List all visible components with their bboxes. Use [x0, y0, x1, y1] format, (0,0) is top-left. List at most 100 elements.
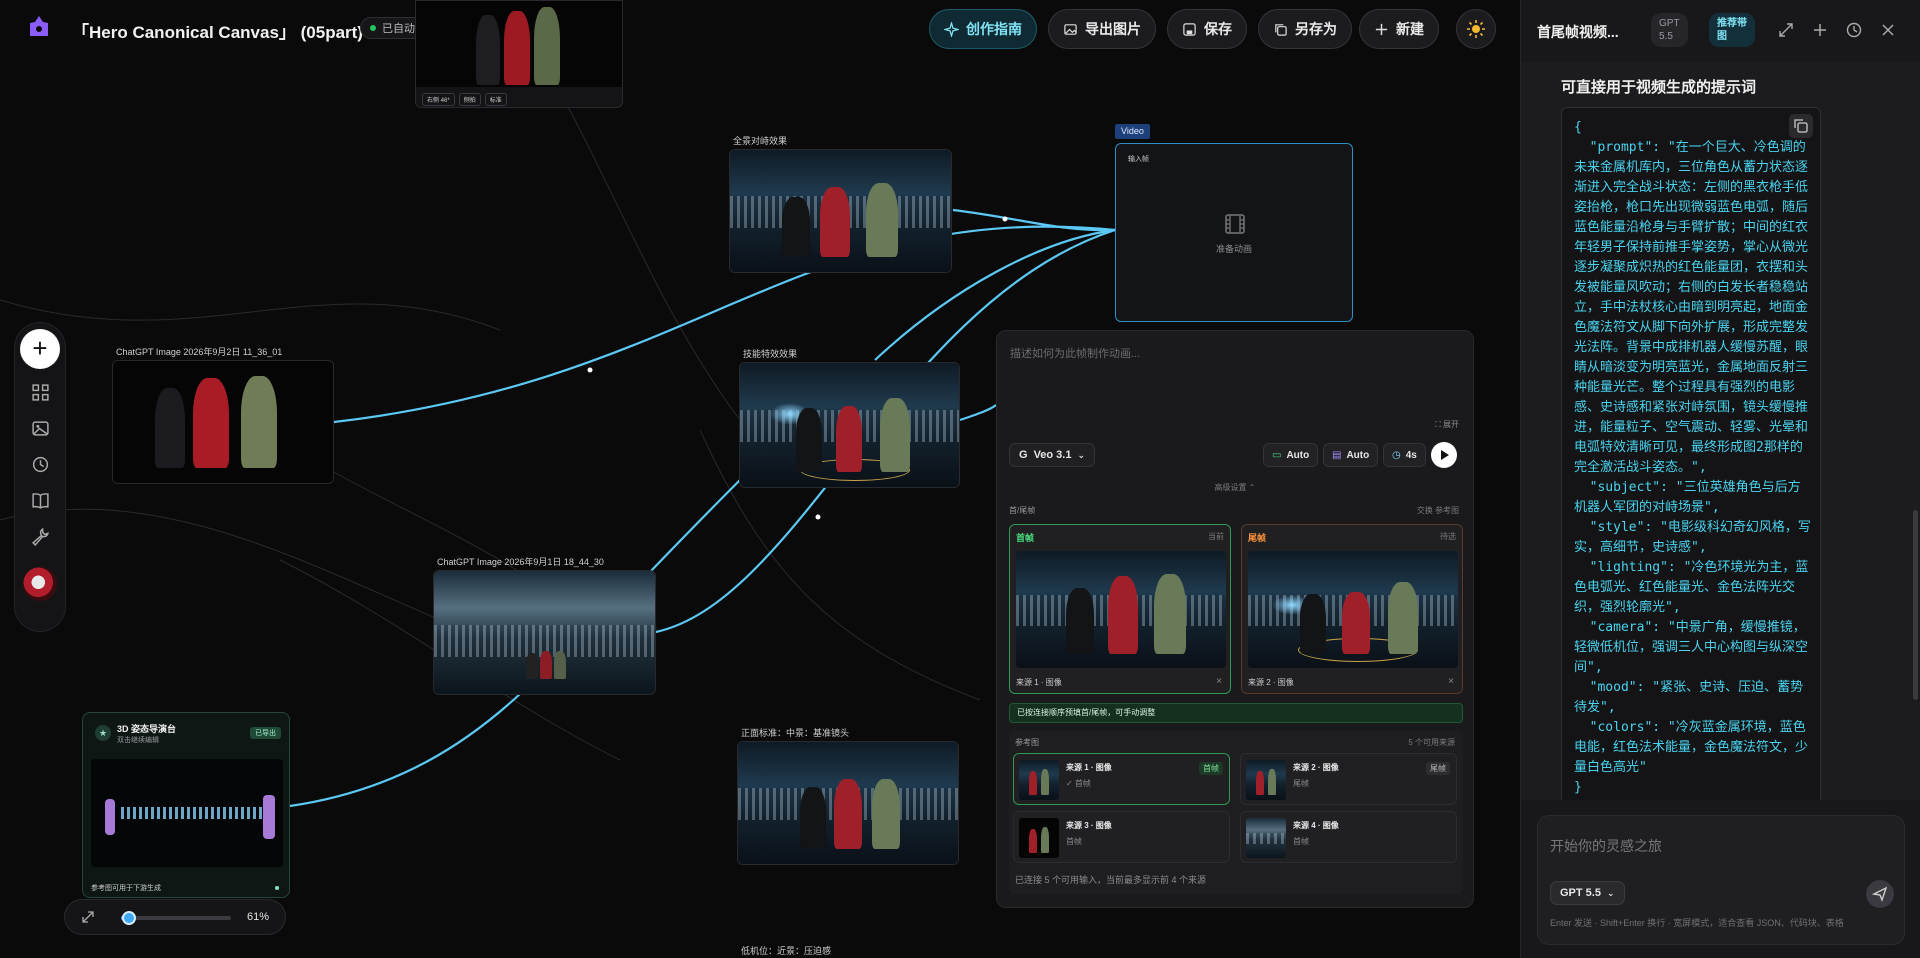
- fit-view-icon[interactable]: [81, 910, 95, 924]
- project-title[interactable]: 「Hero Canonical Canvas」 (05part): [72, 18, 363, 43]
- chat-message-area[interactable]: 可直接用于视频生成的提示词 { "prompt": "在一个巨大、冷色调的未来金…: [1521, 62, 1920, 800]
- remove-icon[interactable]: ×: [1448, 676, 1454, 687]
- zoom-slider[interactable]: [121, 911, 231, 925]
- book-icon[interactable]: [27, 487, 53, 513]
- reference-footer: 已连接 5 个可用输入，当前最多显示前 4 个来源: [1015, 875, 1207, 885]
- image-preview: [738, 742, 958, 864]
- node-chatgpt-image-1[interactable]: ChatGPT Image 2026年9月2日 11_36_01: [112, 347, 334, 484]
- node-front-standard[interactable]: 正面标准：中景：基准镜头: [737, 728, 959, 865]
- image-icon: [1064, 23, 1077, 35]
- animation-prompt-input[interactable]: 描述如何为此帧制作动画...: [1010, 345, 1140, 361]
- first-frame-card[interactable]: 首帧 当前 来源 1 · 图像 ×: [1009, 524, 1231, 694]
- video-model-select[interactable]: G Veo 3.1 ⌄: [1009, 443, 1096, 467]
- node-canvas[interactable]: 「Hero Canonical Canvas」 (05part) 已自动保存 创…: [0, 0, 1520, 958]
- quality-auto-chip[interactable]: ▤ Auto: [1323, 443, 1379, 467]
- reference-title-text: 来源 3 · 图像: [1066, 821, 1112, 830]
- first-frame-image: [1016, 551, 1226, 668]
- pose-viewport[interactable]: [91, 759, 283, 867]
- reference-item[interactable]: 来源 1 · 图像 ✓ 首帧 首帧: [1013, 753, 1230, 805]
- node-label: ChatGPT Image 2026年9月1日 18_44_30: [437, 557, 604, 567]
- image-library-icon[interactable]: [27, 415, 53, 441]
- reference-title: 参考图: [1015, 738, 1039, 747]
- sun-icon: [1467, 20, 1485, 38]
- guide-button[interactable]: 创作指南: [929, 9, 1037, 49]
- scrollbar[interactable]: [1913, 510, 1918, 700]
- grid-icon[interactable]: [27, 379, 53, 405]
- user-avatar[interactable]: [23, 567, 57, 601]
- node-chatgpt-image-2[interactable]: ChatGPT Image 2026年9月1日 18_44_30: [433, 557, 656, 695]
- last-frame-status: 待选: [1440, 532, 1456, 541]
- animation-panel: 描述如何为此帧制作动画... ⛶ 展开 G Veo 3.1 ⌄ ▭ Auto ▤ Aut…: [996, 330, 1474, 908]
- reference-sub: ✓ 首帧: [1066, 779, 1091, 788]
- zoom-slider-knob[interactable]: [122, 911, 137, 925]
- image-preview: [740, 363, 959, 487]
- expand-button[interactable]: ⛶ 展开: [1435, 419, 1459, 430]
- node-panorama[interactable]: 全景对峙效果: [729, 136, 952, 273]
- last-frame-card[interactable]: 尾帧 待选 来源 2 · 图像 ×: [1241, 524, 1463, 694]
- image-preview: [113, 361, 333, 483]
- pose-director-node[interactable]: ★ 3D 姿态导演台 双击继续编辑 已导出 参考图可用于下游生成: [82, 712, 290, 898]
- send-button[interactable]: [1866, 880, 1894, 908]
- reference-sub: 首帧: [1293, 837, 1309, 846]
- json-code-block[interactable]: { "prompt": "在一个巨大、冷色调的未来金属机库内，三位角色从蓄力状态…: [1561, 107, 1821, 800]
- exported-badge: 已导出: [250, 727, 281, 739]
- wrench-icon[interactable]: [27, 523, 53, 549]
- chip-label: 4s: [1405, 449, 1417, 461]
- save-button[interactable]: 保存: [1167, 9, 1247, 49]
- reference-item[interactable]: 来源 2 · 图像 尾帧 尾帧: [1240, 753, 1457, 805]
- aspect-auto-chip[interactable]: ▭ Auto: [1263, 443, 1319, 467]
- zoom-control: 61%: [64, 899, 286, 935]
- node-skill-effects[interactable]: 技能特效效果: [739, 349, 960, 488]
- chip-label: Auto: [1286, 449, 1310, 461]
- first-frame-status: 当前: [1208, 532, 1224, 541]
- reference-badge: 首帧: [1199, 762, 1223, 775]
- video-node[interactable]: 输入帧 准备动画: [1115, 143, 1353, 322]
- chat-sidebar: 首尾帧视频... GPT 5.5 推荐带 图 可直接用于视频生成的提示词 { "…: [1520, 0, 1920, 958]
- generate-play-button[interactable]: [1431, 442, 1457, 468]
- save-as-button[interactable]: 另存为: [1258, 9, 1352, 49]
- image-preview: [416, 1, 622, 87]
- chat-input-box[interactable]: 开始你的灵感之旅 GPT 5.5 ⌄ Enter 发送 · Shift+Enter…: [1537, 815, 1905, 945]
- send-icon: [1871, 886, 1888, 903]
- app-logo-icon[interactable]: [26, 14, 52, 40]
- reference-title-text: 来源 1 · 图像: [1066, 763, 1112, 772]
- copy-code-icon[interactable]: [1789, 114, 1813, 138]
- recommend-chip[interactable]: 推荐带 图: [1709, 13, 1755, 47]
- node-image: [729, 149, 952, 273]
- reference-item[interactable]: 来源 3 · 图像 首帧: [1013, 811, 1230, 863]
- expand-icon[interactable]: [1777, 21, 1795, 39]
- advanced-settings-toggle[interactable]: 高级设置 ⌃: [997, 482, 1473, 493]
- chat-model-label: GPT 5.5: [1560, 887, 1601, 899]
- google-icon: G: [1019, 449, 1028, 461]
- remove-icon[interactable]: ×: [1216, 676, 1222, 687]
- reference-sub: 尾帧: [1293, 779, 1309, 788]
- chat-model-select[interactable]: GPT 5.5 ⌄: [1550, 881, 1625, 905]
- close-icon[interactable]: [1879, 21, 1897, 39]
- theme-toggle[interactable]: [1456, 9, 1496, 49]
- reference-title-text: 来源 2 · 图像: [1293, 763, 1339, 772]
- model-chip[interactable]: GPT 5.5: [1651, 13, 1688, 47]
- director-subtitle: 双击继续编辑: [117, 737, 159, 744]
- plus-icon[interactable]: [1811, 21, 1829, 39]
- chat-input-placeholder[interactable]: 开始你的灵感之旅: [1550, 836, 1662, 856]
- last-frame-image: [1248, 551, 1458, 668]
- duration-chip[interactable]: ◷ 4s: [1383, 443, 1426, 467]
- app-root: 「Hero Canonical Canvas」 (05part) 已自动保存 创…: [0, 0, 1920, 958]
- left-toolbar: +: [14, 322, 66, 632]
- reference-item[interactable]: 来源 4 · 图像 首帧: [1240, 811, 1457, 863]
- save-label: 保存: [1204, 21, 1232, 37]
- clock-icon: ◷: [1392, 449, 1401, 461]
- swap-reference-actions[interactable]: 交换 参考图: [1417, 505, 1459, 516]
- new-button[interactable]: 新建: [1359, 9, 1439, 49]
- reference-images: 参考图 5 个可用来源 来源 1 · 图像 ✓ 首帧 首帧 来源 2 · 图像 尾帧尾…: [1009, 731, 1463, 894]
- output-port[interactable]: [275, 886, 279, 890]
- history-icon[interactable]: [27, 451, 53, 477]
- node-label: ChatGPT Image 2026年9月2日 11_36_01: [116, 347, 283, 357]
- export-label: 导出图片: [1085, 21, 1141, 37]
- tag-row: 右侧 46* 侧拍 标准: [422, 93, 507, 106]
- node-top-image[interactable]: 右侧 46* 侧拍 标准: [415, 0, 623, 108]
- layers-icon: ▤: [1332, 449, 1342, 461]
- add-node-button[interactable]: +: [20, 329, 60, 369]
- export-image-button[interactable]: 导出图片: [1048, 9, 1156, 49]
- history-icon[interactable]: [1845, 21, 1863, 39]
